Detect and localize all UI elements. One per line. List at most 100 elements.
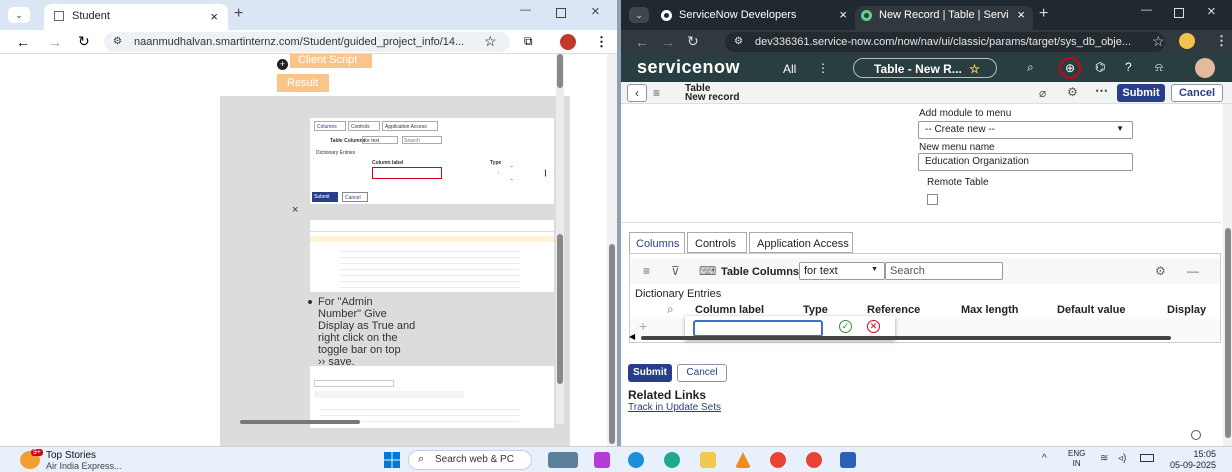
- hamburger-icon[interactable]: ≡: [653, 86, 660, 100]
- cancel-top-button[interactable]: Cancel: [1171, 84, 1223, 102]
- site-info-icon[interactable]: ⚙: [113, 36, 122, 47]
- column-search-icon[interactable]: ⌕: [667, 302, 674, 317]
- more-actions-icon[interactable]: ⋯: [1095, 83, 1108, 99]
- vlc-icon[interactable]: [735, 452, 751, 468]
- col-header-label[interactable]: Column label: [695, 304, 764, 316]
- submit-bottom-button[interactable]: Submit: [628, 364, 672, 382]
- profile-icon[interactable]: [1179, 33, 1195, 49]
- result-button[interactable]: Result: [277, 74, 329, 92]
- col-header-display[interactable]: Display: [1167, 304, 1206, 316]
- col-header-default-value[interactable]: Default value: [1057, 304, 1125, 316]
- add-module-select[interactable]: -- Create new -- ▼: [918, 121, 1133, 139]
- list-settings-icon[interactable]: ⚙: [1155, 264, 1166, 278]
- close-tab-icon[interactable]: ×: [210, 9, 218, 24]
- forward-icon[interactable]: →: [48, 34, 62, 50]
- word-icon[interactable]: [840, 452, 856, 468]
- help-icon[interactable]: ?: [1125, 60, 1132, 74]
- servicenow-logo[interactable]: servicenow: [637, 57, 740, 78]
- minimize-icon[interactable]: —: [1141, 4, 1152, 16]
- cancel-x-icon[interactable]: ✕: [867, 320, 880, 333]
- new-tab-button[interactable]: +: [234, 5, 243, 23]
- page-scrollbar-thumb[interactable]: [609, 244, 615, 444]
- url-field[interactable]: ⚙ naanmudhalvan.smartinternz.com/Student…: [104, 32, 510, 52]
- submit-top-button[interactable]: Submit: [1117, 84, 1165, 102]
- tab-new-record[interactable]: New Record | Table | ServiceN ×: [855, 6, 1033, 30]
- close-window-icon[interactable]: ×: [1207, 3, 1216, 20]
- list-search-input[interactable]: Search: [885, 262, 1003, 280]
- chrome-icon-2[interactable]: [806, 452, 822, 468]
- list-scrollbar-thumb[interactable]: [641, 336, 1171, 340]
- tab-menu-button[interactable]: ⌄: [8, 7, 30, 23]
- remote-table-checkbox[interactable]: [927, 194, 938, 205]
- collapse-icon[interactable]: —: [1187, 264, 1199, 278]
- list-view-icon[interactable]: ⌨: [699, 264, 716, 278]
- language-indicator[interactable]: ENG IN: [1068, 449, 1085, 469]
- context-pill[interactable]: Table - New R... ☆: [853, 58, 997, 78]
- reload-icon[interactable]: ↻: [78, 33, 90, 50]
- tab-controls[interactable]: Controls: [687, 232, 747, 253]
- list-horizontal-scrollbar[interactable]: ◀: [629, 332, 1173, 341]
- url-field[interactable]: ⚙ dev336361.service-now.com/now/nav/ui/c…: [725, 32, 1165, 52]
- back-icon[interactable]: ←: [16, 34, 30, 50]
- file-explorer-icon[interactable]: [700, 452, 716, 468]
- all-menu[interactable]: All: [783, 62, 796, 76]
- task-view-icon[interactable]: [548, 452, 578, 468]
- chrome-icon[interactable]: [770, 452, 786, 468]
- horizontal-scrollbar-thumb[interactable]: [240, 420, 360, 424]
- col-header-reference[interactable]: Reference: [867, 304, 920, 316]
- tab-servicenow-developers[interactable]: ServiceNow Developers ×: [655, 6, 855, 30]
- globe-icon[interactable]: ⊕: [1059, 57, 1081, 79]
- favorite-star-icon[interactable]: ☆: [969, 62, 980, 76]
- list-menu-icon[interactable]: ≡: [643, 264, 650, 278]
- filter-field-select[interactable]: for text ▼: [799, 262, 885, 280]
- volume-icon[interactable]: ◃): [1118, 453, 1126, 464]
- tab-menu-button[interactable]: ⌄: [629, 7, 649, 23]
- save-check-icon[interactable]: ✓: [839, 320, 852, 333]
- client-script-button[interactable]: Client Script: [290, 54, 372, 68]
- extensions-icon[interactable]: ⧉: [524, 34, 533, 49]
- app-icon-1[interactable]: [594, 452, 610, 468]
- inner-scrollbar[interactable]: [556, 54, 564, 424]
- menu-icon[interactable]: ⋮: [595, 34, 608, 50]
- reload-icon[interactable]: ↻: [687, 33, 699, 50]
- news-title[interactable]: Top Stories: [46, 450, 96, 461]
- tray-chevron-icon[interactable]: ^: [1042, 453, 1047, 464]
- settings-sliders-icon[interactable]: ⚙: [1067, 85, 1078, 99]
- back-icon[interactable]: ←: [635, 34, 649, 50]
- news-subtitle[interactable]: Air India Express...: [46, 461, 122, 471]
- close-x-mark[interactable]: ×: [292, 204, 298, 216]
- search-icon[interactable]: ⌕: [1027, 60, 1034, 75]
- filter-icon[interactable]: ⊽: [671, 264, 680, 278]
- add-row-icon[interactable]: +: [639, 318, 647, 334]
- menu-icon[interactable]: ⋮: [1215, 33, 1228, 49]
- page-scrollbar[interactable]: [607, 54, 617, 446]
- close-tab-icon[interactable]: ×: [839, 7, 847, 22]
- horizontal-scrollbar[interactable]: [232, 418, 550, 426]
- tab-application-access[interactable]: Application Access: [749, 232, 853, 253]
- left-tab-student[interactable]: Student ×: [44, 4, 228, 30]
- app-icon-2[interactable]: [628, 452, 644, 468]
- attachment-icon[interactable]: ⌀: [1039, 86, 1046, 100]
- profile-icon[interactable]: [560, 34, 576, 50]
- close-tab-icon[interactable]: ×: [1017, 7, 1025, 22]
- clock[interactable]: 15:05 05-09-2025: [1164, 449, 1216, 471]
- info-circle-icon[interactable]: [1191, 430, 1201, 440]
- minimize-icon[interactable]: —: [520, 4, 531, 16]
- windows-start-icon[interactable]: [384, 452, 400, 468]
- close-window-icon[interactable]: ×: [591, 3, 600, 20]
- track-in-update-sets-link[interactable]: Track in Update Sets: [628, 402, 721, 413]
- bookmark-star-icon[interactable]: ☆: [484, 33, 497, 50]
- list-scroll-left-icon[interactable]: ◀: [629, 332, 635, 341]
- maximize-icon[interactable]: [1174, 8, 1184, 18]
- taskbar-search[interactable]: ⌕ Search web & PC: [408, 450, 532, 470]
- cancel-bottom-button[interactable]: Cancel: [677, 364, 727, 382]
- bookmark-star-icon[interactable]: ☆: [1152, 33, 1165, 50]
- site-info-icon[interactable]: ⚙: [734, 36, 743, 47]
- battery-icon[interactable]: [1140, 454, 1154, 462]
- right-page-scrollbar-thumb[interactable]: [1225, 228, 1231, 438]
- col-header-max-length[interactable]: Max length: [961, 304, 1018, 316]
- inner-scrollbar-thumb-2[interactable]: [557, 234, 563, 384]
- notification-bell-icon[interactable]: ⍾: [1155, 60, 1163, 75]
- new-tab-button[interactable]: +: [1039, 5, 1048, 23]
- right-page-scrollbar[interactable]: [1223, 104, 1232, 446]
